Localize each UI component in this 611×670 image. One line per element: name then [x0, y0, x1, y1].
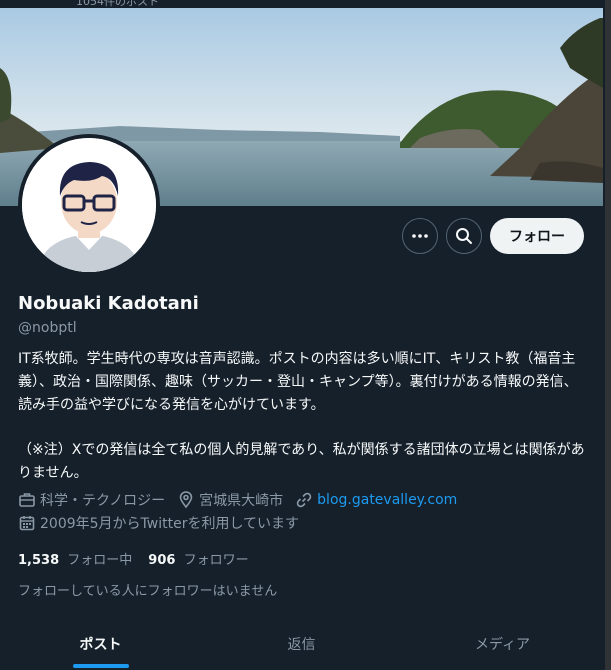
active-tab-indicator [72, 664, 129, 668]
search-button[interactable] [446, 218, 482, 254]
follow-button[interactable]: フォロー [490, 218, 584, 254]
tab-replies[interactable]: 返信 [201, 618, 402, 670]
profile-meta-row: 科学・テクノロジー 宮城県大崎市 blog.gatevalley.com [18, 490, 469, 510]
tab-label: メディア [474, 637, 531, 653]
more-button[interactable] [402, 218, 438, 254]
followers-label: フォロワー [183, 553, 249, 568]
location-label: 宮城県大崎市 [199, 493, 284, 509]
window-border [605, 0, 611, 670]
following-label: フォロー中 [67, 553, 133, 568]
post-count-label: 1054件のポスト [76, 0, 159, 8]
join-date-label: 2009年5月からTwitterを利用しています [40, 516, 300, 532]
more-icon [412, 234, 428, 238]
link-icon [296, 492, 312, 508]
bio-paragraph: IT系牧師。学生時代の専攻は音声認識。ポストの内容は多い順にIT、キリスト教（福… [18, 351, 578, 413]
follow-stats: 1,538 フォロー中 906 フォロワー [18, 549, 265, 568]
website-link[interactable]: blog.gatevalley.com [317, 492, 457, 508]
following-count: 1,538 [18, 553, 60, 568]
known-followers-note: フォローしている人にフォロワーはいません [18, 584, 278, 599]
briefcase-icon [19, 493, 35, 507]
avatar-image [22, 138, 156, 272]
calendar-icon [19, 516, 35, 531]
following-link[interactable]: 1,538 フォロー中 [18, 549, 132, 568]
tab-media[interactable]: メディア [402, 618, 603, 670]
tab-label: ポスト [79, 637, 122, 653]
user-handle: @nobptl [18, 320, 77, 336]
category-label: 科学・テクノロジー [40, 493, 166, 509]
tab-posts[interactable]: ポスト [0, 618, 201, 670]
category-item: 科学・テクノロジー [18, 490, 165, 510]
join-date-row: 2009年5月からTwitterを利用しています [18, 513, 311, 533]
location-pin-icon [179, 491, 193, 509]
header-strip: 1054件のポスト [0, 0, 611, 8]
website-item[interactable]: blog.gatevalley.com [295, 491, 457, 509]
profile-bio: IT系牧師。学生時代の専攻は音声認識。ポストの内容は多い順にIT、キリスト教（福… [18, 348, 590, 485]
followers-link[interactable]: 906 フォロワー [148, 549, 248, 568]
profile-avatar[interactable] [18, 134, 160, 276]
join-date-item: 2009年5月からTwitterを利用しています [18, 513, 299, 533]
tab-label: 返信 [287, 637, 316, 653]
display-name: Nobuaki Kadotani [18, 293, 199, 314]
search-icon [456, 228, 472, 244]
profile-tabs: ポスト 返信 メディア [0, 618, 603, 670]
followers-count: 906 [148, 553, 176, 568]
bio-paragraph: （※注）Xでの発信は全て私の個人的見解であり、私が関係する諸団体の立場とは関係が… [18, 442, 585, 481]
location-item: 宮城県大崎市 [177, 490, 283, 510]
